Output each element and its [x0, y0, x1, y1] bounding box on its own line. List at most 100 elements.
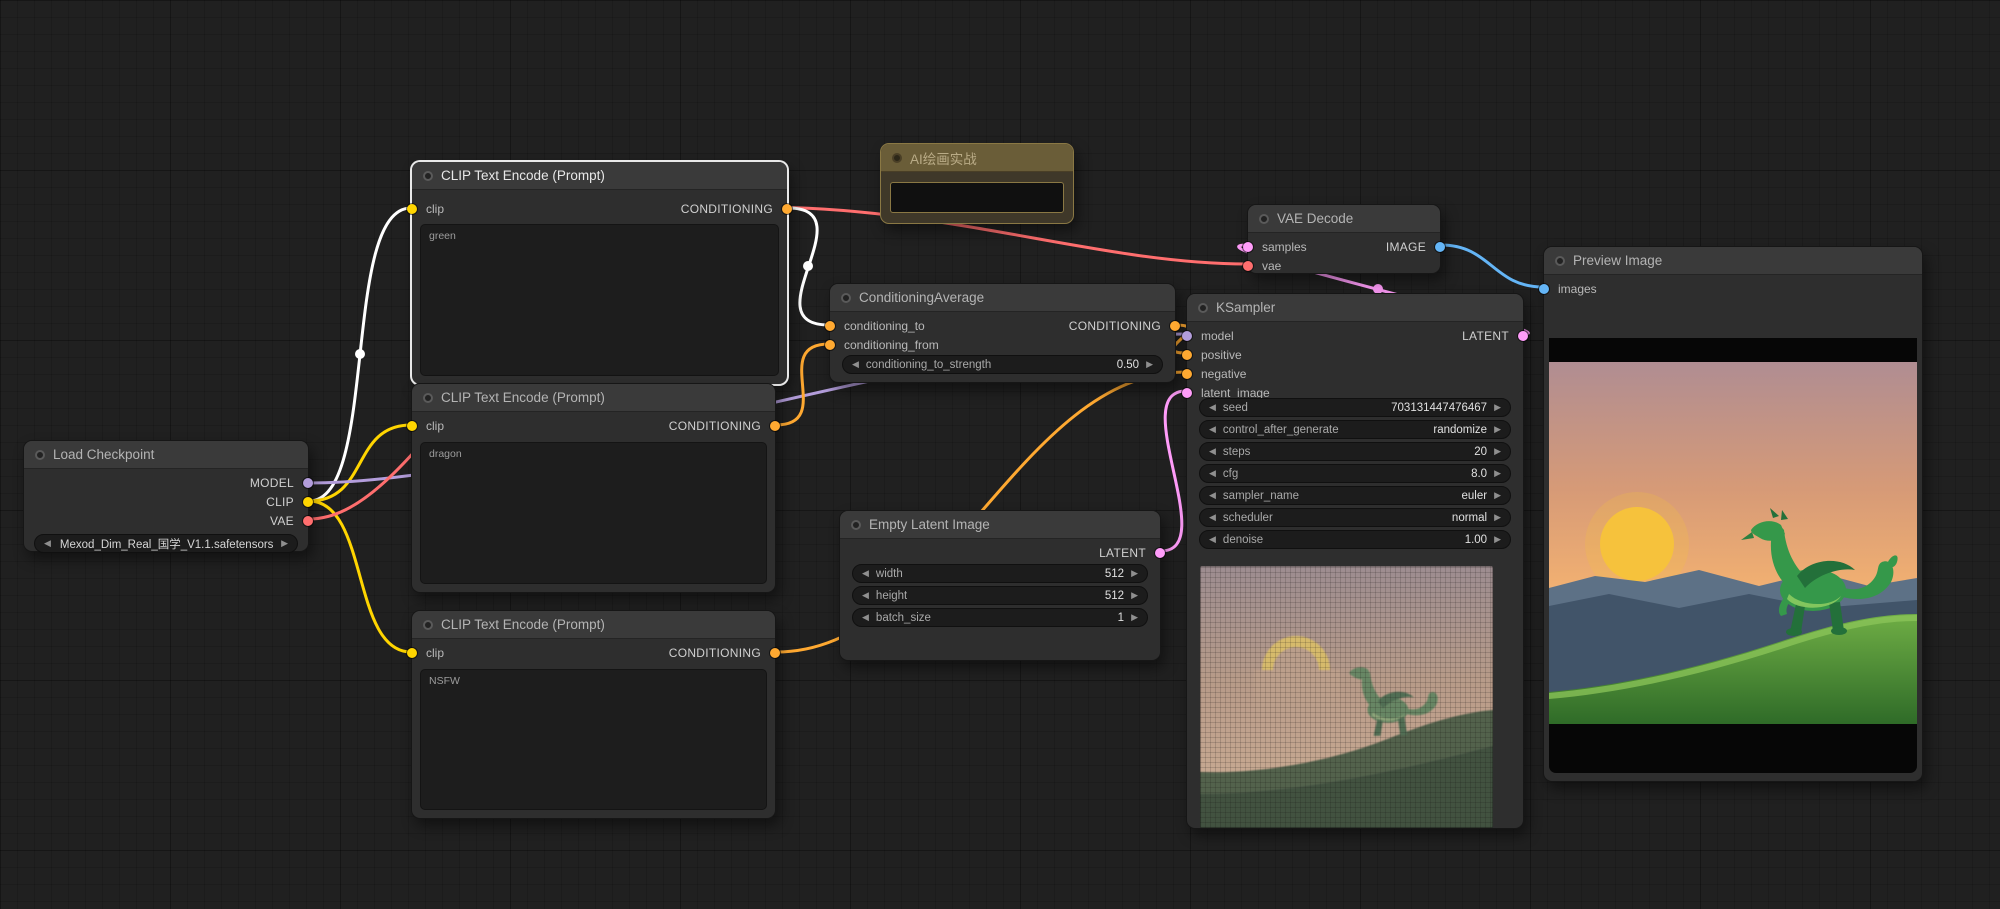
increment-arrow-icon[interactable]: ▶: [1131, 569, 1138, 578]
input-slot-images[interactable]: images: [1539, 279, 1922, 298]
conditioning-average-node[interactable]: ConditioningAverage conditioning_to COND…: [825, 283, 1180, 383]
increment-arrow-icon[interactable]: ▶: [1494, 535, 1501, 544]
input-slot-positive[interactable]: positive: [1182, 345, 1523, 364]
increment-arrow-icon[interactable]: ▶: [1494, 447, 1501, 456]
node-titlebar[interactable]: Preview Image: [1544, 247, 1922, 275]
increment-arrow-icon[interactable]: ▶: [1146, 360, 1153, 369]
prompt-textarea[interactable]: dragon: [420, 442, 767, 584]
collapse-dot-icon[interactable]: [851, 519, 861, 530]
conditioning-to-input-port[interactable]: [825, 320, 835, 331]
input-slot-conditioning-to[interactable]: conditioning_to: [825, 319, 925, 333]
input-slot-clip[interactable]: clip: [407, 646, 444, 660]
images-input-port[interactable]: [1539, 283, 1549, 294]
note-textarea[interactable]: [890, 182, 1064, 213]
image-output-port[interactable]: [1435, 241, 1445, 252]
conditioning-output-port[interactable]: [770, 420, 780, 431]
decrement-arrow-icon[interactable]: ◀: [1209, 491, 1216, 500]
wire-latent-to-ksampler[interactable]: [1159, 389, 1188, 553]
input-slot-samples[interactable]: samples: [1243, 240, 1307, 254]
conditioning-strength-widget[interactable]: ◀ conditioning_to_strength 0.50 ▶: [842, 355, 1163, 374]
node-titlebar[interactable]: AI绘画实战: [881, 144, 1073, 172]
latent-output-port[interactable]: [1155, 547, 1165, 558]
node-titlebar[interactable]: CLIP Text Encode (Prompt): [412, 162, 787, 190]
model-input-port[interactable]: [1182, 330, 1192, 341]
preview-image-node[interactable]: Preview Image images: [1539, 246, 1923, 782]
vae-output-port[interactable]: [303, 515, 313, 526]
cfg-widget[interactable]: ◀ cfg 8.0 ▶: [1199, 464, 1511, 483]
clip-text-encode-green-node[interactable]: CLIP Text Encode (Prompt) clip CONDITION…: [407, 161, 792, 385]
wire-image-to-preview[interactable]: [1439, 243, 1545, 289]
increment-arrow-icon[interactable]: ▶: [1131, 591, 1138, 600]
input-slot-model[interactable]: model: [1182, 329, 1234, 343]
decrement-arrow-icon[interactable]: ◀: [1209, 513, 1216, 522]
decrement-arrow-icon[interactable]: ◀: [1209, 447, 1216, 456]
collapse-dot-icon[interactable]: [1555, 255, 1565, 266]
clip-text-encode-nsfw-node[interactable]: CLIP Text Encode (Prompt) clip CONDITION…: [407, 610, 780, 819]
clip-text-encode-dragon-node[interactable]: CLIP Text Encode (Prompt) clip CONDITION…: [407, 383, 780, 593]
decrement-arrow-icon[interactable]: ◀: [852, 360, 859, 369]
scheduler-widget[interactable]: ◀ scheduler normal ▶: [1199, 508, 1511, 527]
vae-decode-node[interactable]: VAE Decode samples IMAGE vae: [1243, 204, 1445, 275]
wire-clip-to-encode-nsfw[interactable]: [307, 499, 413, 654]
node-titlebar[interactable]: VAE Decode: [1248, 205, 1440, 233]
vae-input-port[interactable]: [1243, 260, 1253, 271]
node-titlebar[interactable]: Load Checkpoint: [24, 441, 308, 469]
increment-arrow-icon[interactable]: ▶: [1494, 513, 1501, 522]
denoise-widget[interactable]: ◀ denoise 1.00 ▶: [1199, 530, 1511, 549]
empty-latent-image-node[interactable]: Empty Latent Image LATENT ◀ width 512 ▶ …: [839, 510, 1165, 661]
decrement-arrow-icon[interactable]: ◀: [862, 613, 869, 622]
collapse-dot-icon[interactable]: [1198, 302, 1208, 313]
output-slot-conditioning[interactable]: CONDITIONING: [669, 646, 780, 660]
note-node[interactable]: AI绘画实战: [880, 143, 1074, 224]
decrement-arrow-icon[interactable]: ◀: [1209, 469, 1216, 478]
node-titlebar[interactable]: ConditioningAverage: [830, 284, 1175, 312]
increment-arrow-icon[interactable]: ▶: [1494, 469, 1501, 478]
ksampler-node[interactable]: KSampler model LATENT positive negative …: [1182, 293, 1528, 829]
collapse-dot-icon[interactable]: [841, 292, 851, 303]
collapse-dot-icon[interactable]: [892, 152, 902, 163]
clip-input-port[interactable]: [407, 420, 417, 431]
prompt-textarea[interactable]: green: [420, 224, 779, 376]
collapse-dot-icon[interactable]: [423, 392, 433, 403]
sampler-name-widget[interactable]: ◀ sampler_name euler ▶: [1199, 486, 1511, 505]
seed-widget[interactable]: ◀ seed 703131447476467 ▶: [1199, 398, 1511, 417]
collapse-dot-icon[interactable]: [35, 449, 45, 460]
control-after-generate-widget[interactable]: ◀ control_after_generate randomize ▶: [1199, 420, 1511, 439]
next-value-arrow-icon[interactable]: ▶: [281, 539, 288, 548]
node-graph-canvas[interactable]: Load Checkpoint MODEL CLIP VAE ◀ Mexod_D…: [0, 0, 2000, 909]
ckpt-name-widget[interactable]: ◀ Mexod_Dim_Real_国学_V1.1.safetensors ▶: [34, 534, 298, 553]
decrement-arrow-icon[interactable]: ◀: [1209, 425, 1216, 434]
output-slot-conditioning[interactable]: CONDITIONING: [681, 202, 792, 216]
increment-arrow-icon[interactable]: ▶: [1131, 613, 1138, 622]
conditioning-output-port[interactable]: [782, 203, 792, 214]
prev-value-arrow-icon[interactable]: ◀: [44, 539, 51, 548]
collapse-dot-icon[interactable]: [423, 619, 433, 630]
node-titlebar[interactable]: Empty Latent Image: [840, 511, 1160, 539]
increment-arrow-icon[interactable]: ▶: [1494, 425, 1501, 434]
increment-arrow-icon[interactable]: ▶: [1494, 403, 1501, 412]
decrement-arrow-icon[interactable]: ◀: [862, 569, 869, 578]
node-titlebar[interactable]: CLIP Text Encode (Prompt): [412, 384, 775, 412]
wire-clip-to-encode-dragon[interactable]: [307, 423, 413, 503]
steps-widget[interactable]: ◀ steps 20 ▶: [1199, 442, 1511, 461]
samples-input-port[interactable]: [1243, 241, 1253, 252]
latent-image-input-port[interactable]: [1182, 387, 1192, 398]
output-slot-conditioning[interactable]: CONDITIONING: [669, 419, 780, 433]
output-slot-conditioning[interactable]: CONDITIONING: [1069, 319, 1180, 333]
link-midpoint-dot[interactable]: [355, 349, 365, 359]
clip-input-port[interactable]: [407, 647, 417, 658]
batch-size-widget[interactable]: ◀ batch_size 1 ▶: [852, 608, 1148, 627]
input-slot-clip[interactable]: clip: [407, 419, 444, 433]
load-checkpoint-node[interactable]: Load Checkpoint MODEL CLIP VAE ◀ Mexod_D…: [23, 440, 313, 553]
node-titlebar[interactable]: CLIP Text Encode (Prompt): [412, 611, 775, 639]
height-widget[interactable]: ◀ height 512 ▶: [852, 586, 1148, 605]
prompt-textarea[interactable]: NSFW: [420, 669, 767, 810]
node-titlebar[interactable]: KSampler: [1187, 294, 1523, 322]
width-widget[interactable]: ◀ width 512 ▶: [852, 564, 1148, 583]
input-slot-negative[interactable]: negative: [1182, 364, 1523, 383]
decrement-arrow-icon[interactable]: ◀: [1209, 403, 1216, 412]
link-midpoint-dot[interactable]: [803, 261, 813, 271]
collapse-dot-icon[interactable]: [1259, 213, 1269, 224]
input-slot-vae[interactable]: vae: [1243, 256, 1440, 275]
conditioning-output-port[interactable]: [1170, 320, 1180, 331]
